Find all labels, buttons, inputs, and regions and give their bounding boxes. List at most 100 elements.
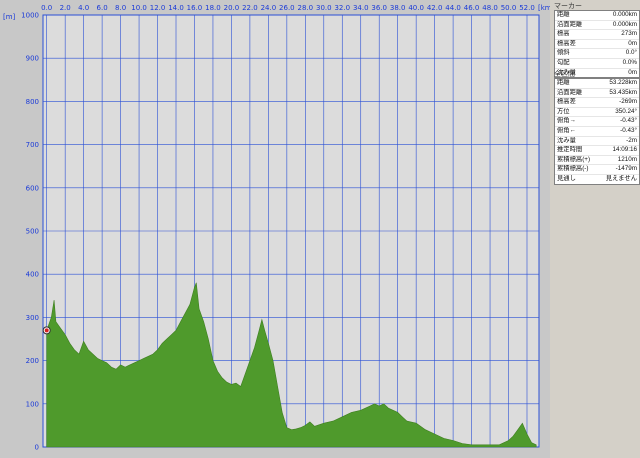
x-tick-label: 42.0: [427, 4, 443, 12]
info-row: 沿面距離 53.435km: [555, 89, 639, 99]
x-tick-label: 4.0: [78, 4, 89, 12]
y-tick-label: 1000: [21, 12, 39, 20]
elevation-chart[interactable]: 0.0 2.0 4.0 6.0 8.0 10.0 12.0 14.0 16.0 18.0 20.0 2…: [0, 0, 550, 458]
info-label: 見通し: [557, 174, 576, 182]
info-row: 沈み量 -2m: [555, 137, 639, 147]
info-row: 累積標高(+) 1210m: [555, 156, 639, 166]
x-tick-label: 10.0: [131, 4, 147, 12]
info-row: 沿面距離 0.000km: [555, 21, 639, 31]
y-tick-label: 300: [26, 314, 39, 322]
info-value: 53.435km: [609, 88, 637, 96]
y-tick-label: 700: [26, 141, 39, 149]
info-label: 推定時間: [557, 146, 583, 154]
info-panel: マーカー 距離 0.000km 沿面距離 0.000km 標高 273m 標高差 0m 傾斜 0.…: [552, 0, 640, 458]
y-tick-label: 500: [26, 228, 39, 236]
x-tick-label: 18.0: [205, 4, 221, 12]
y-tick-label: 100: [26, 400, 39, 408]
info-value: 0m: [628, 39, 637, 47]
x-tick-label: 30.0: [316, 4, 332, 12]
info-label: 標高差: [557, 39, 576, 47]
info-row: 累積標高(-) -1479m: [555, 165, 639, 175]
info-value: 0m: [628, 68, 637, 76]
info-value: -1479m: [615, 165, 637, 173]
x-tick-label: 52.0: [519, 4, 535, 12]
marker-info-box: 距離 0.000km 沿面距離 0.000km 標高 273m 標高差 0m 傾斜 0.0° 勾配 0…: [554, 10, 640, 79]
x-tick-label: 48.0: [482, 4, 498, 12]
x-tick-label: 46.0: [464, 4, 480, 12]
x-tick-label: 0.0: [41, 4, 52, 12]
y-tick-labels: 0 100 200 300 400 500 600 700 800 900 1000: [21, 12, 39, 452]
y-tick-label: 900: [26, 55, 39, 63]
x-tick-label: 50.0: [501, 4, 517, 12]
x-tick-label: 24.0: [261, 4, 277, 12]
info-label: 方位: [557, 107, 570, 115]
info-label: 沿面距離: [557, 88, 583, 96]
x-tick-label: 26.0: [279, 4, 295, 12]
info-label: 標高: [557, 30, 570, 38]
info-value: -0.43°: [620, 126, 637, 134]
info-row: 標高差 -269m: [555, 98, 639, 108]
y-tick-label: 200: [26, 357, 39, 365]
info-row: 勾配 0.0%: [555, 59, 639, 69]
x-unit-label: [km]: [538, 4, 550, 12]
x-tick-label: 14.0: [168, 4, 184, 12]
info-label: 累積標高(+): [557, 155, 591, 163]
x-tick-label: 22.0: [242, 4, 258, 12]
info-row: 方位 350.24°: [555, 108, 639, 118]
chart-svg[interactable]: 0.0 2.0 4.0 6.0 8.0 10.0 12.0 14.0 16.0 18.0 20.0 2…: [0, 0, 550, 458]
info-row: 標高差 0m: [555, 40, 639, 50]
info-value: 1210m: [617, 155, 637, 163]
info-value: 273m: [621, 30, 637, 38]
x-tick-label: 16.0: [187, 4, 203, 12]
info-row: 俯角→ -0.43°: [555, 117, 639, 127]
info-value: 350.24°: [615, 107, 637, 115]
info-row: 距離 0.000km: [555, 11, 639, 21]
info-label: 標高差: [557, 98, 576, 106]
info-label: 俯角→: [557, 117, 576, 125]
x-tick-label: 12.0: [150, 4, 166, 12]
y-unit-label: [m]: [3, 13, 16, 21]
y-tick-label: 400: [26, 271, 39, 279]
info-value: 0.0°: [625, 49, 637, 57]
y-tick-label: 600: [26, 184, 39, 192]
y-tick-label: 800: [26, 98, 39, 106]
x-tick-label: 34.0: [353, 4, 369, 12]
info-label: 勾配: [557, 58, 570, 66]
info-row: 見通し 見えません: [555, 175, 639, 184]
info-label: 傾斜: [557, 49, 570, 57]
info-value: -2m: [626, 136, 637, 144]
info-row: 距離 53.228km: [555, 79, 639, 89]
info-value: 0.000km: [612, 20, 637, 28]
y-tick-label: 0: [35, 444, 39, 452]
info-value: -269m: [619, 98, 637, 106]
info-value: 53.228km: [609, 79, 637, 86]
overall-info-box: 距離 53.228km 沿面距離 53.435km 標高差 -269m 方位 350.24° 俯…: [554, 78, 640, 185]
x-tick-label: 6.0: [97, 4, 108, 12]
x-tick-label: 44.0: [445, 4, 461, 12]
info-value: 見えません: [605, 174, 637, 182]
x-tick-label: 32.0: [334, 4, 350, 12]
info-label: 累積標高(-): [557, 165, 589, 173]
x-tick-label: 2.0: [60, 4, 71, 12]
x-tick-label: 40.0: [408, 4, 424, 12]
x-tick-label: 38.0: [390, 4, 406, 12]
info-value: -0.43°: [620, 117, 637, 125]
info-row: 推定時間 14:09:16: [555, 146, 639, 156]
info-label: 俯角←: [557, 126, 576, 134]
info-label: 距離: [557, 79, 570, 86]
info-row: 俯角← -0.43°: [555, 127, 639, 137]
info-label: 沈み量: [557, 136, 576, 144]
info-value: 14:09:16: [612, 146, 637, 154]
info-value: 0.0%: [622, 58, 637, 66]
marker-dot: [44, 328, 49, 333]
info-label: 沿面距離: [557, 20, 583, 28]
x-tick-label: 20.0: [224, 4, 240, 12]
info-value: 0.000km: [612, 11, 637, 18]
info-row: 傾斜 0.0°: [555, 49, 639, 59]
position-marker[interactable]: [42, 326, 51, 335]
x-tick-label: 28.0: [298, 4, 314, 12]
x-tick-label: 36.0: [371, 4, 387, 12]
x-tick-label: 8.0: [115, 4, 126, 12]
info-label: 距離: [557, 11, 570, 18]
x-tick-labels: 0.0 2.0 4.0 6.0 8.0 10.0 12.0 14.0 16.0 18.0 20.0 2…: [41, 4, 535, 12]
